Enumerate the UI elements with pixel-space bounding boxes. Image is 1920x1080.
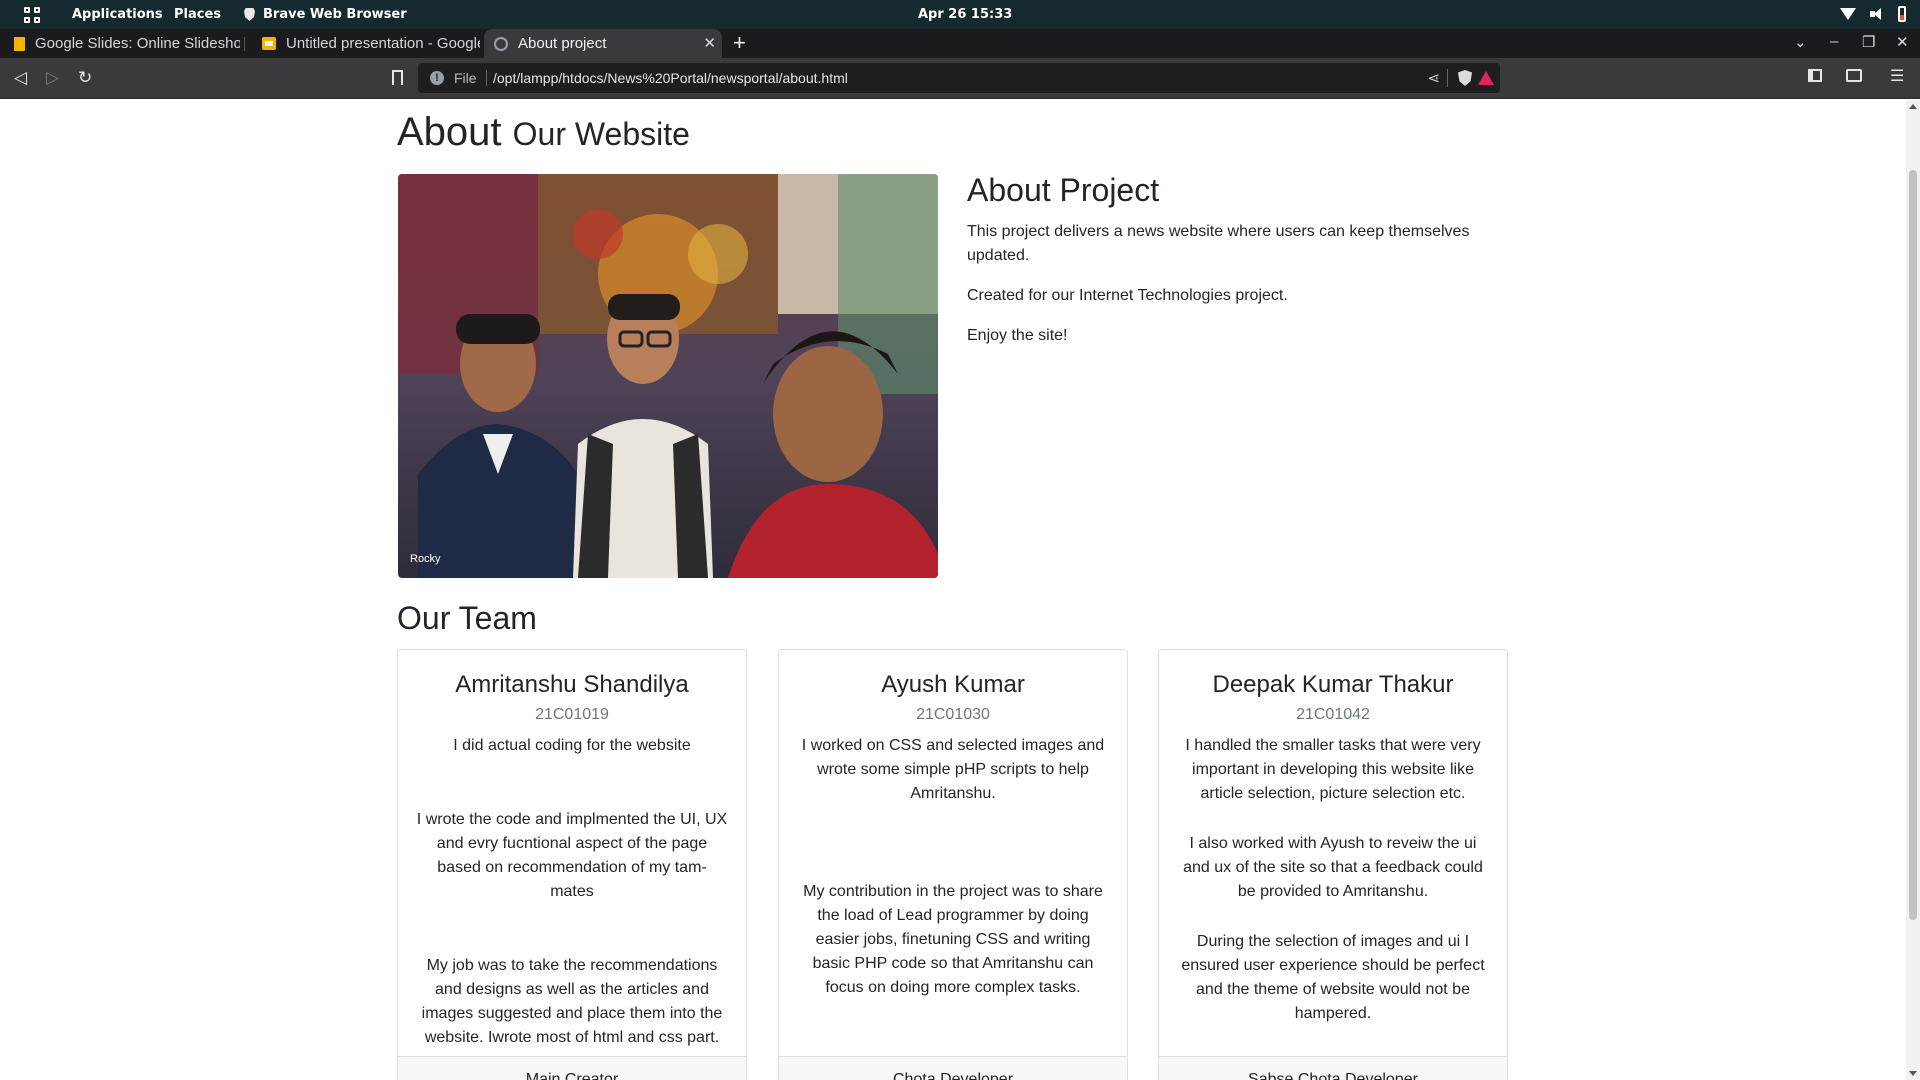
back-icon[interactable]: ◁ (14, 68, 27, 88)
close-tab-icon[interactable]: ✕ (703, 34, 716, 52)
about-project-text: This project delivers a news website whe… (967, 223, 1470, 264)
address-bar[interactable]: ! File /opt/lampp/htdocs/News%20Portal/n… (418, 63, 1500, 93)
tab-strip: Google Slides: Online Slideshow Maker Un… (0, 29, 1920, 58)
url-divider (486, 70, 487, 86)
about-project-heading: About Project (967, 172, 1160, 208)
member-role: Main Creator (398, 1056, 746, 1080)
bookmark-icon[interactable] (392, 70, 403, 85)
team-photo: Rocky (398, 174, 938, 578)
member-description: I handled the smaller tasks that were ve… (1185, 737, 1481, 802)
new-tab-button[interactable]: + (733, 31, 746, 55)
restore-icon[interactable]: ❐ (1862, 33, 1875, 51)
applications-menu[interactable]: Applications (72, 7, 163, 22)
places-menu[interactable]: Places (174, 7, 221, 22)
tab-label: About project (518, 35, 607, 52)
member-name: Ayush Kumar (881, 671, 1025, 698)
page-title: About Our Website (397, 110, 690, 155)
system-tray[interactable] (1840, 6, 1906, 22)
about-project-text: Created for our Internet Technologies pr… (967, 287, 1288, 304)
url-text[interactable]: /opt/lampp/htdocs/News%20Portal/newsport… (493, 70, 848, 86)
member-description: I also worked with Ayush to reveiw the u… (1183, 835, 1483, 900)
tab-about-project[interactable]: About project ✕ (484, 29, 722, 58)
tab-google-slides[interactable]: Google Slides: Online Slideshow Maker (0, 29, 240, 58)
url-scheme: File (454, 70, 477, 86)
member-description: During the selection of images and ui I … (1181, 933, 1485, 1022)
active-app-label: Brave Web Browser (263, 7, 407, 22)
apps-grid-icon[interactable] (24, 7, 40, 23)
sidebar-icon[interactable] (1808, 69, 1822, 82)
member-description: My job was to take the recommendations a… (421, 957, 723, 1046)
share-icon[interactable]: ⋖ (1427, 69, 1440, 87)
our-team-heading: Our Team (397, 600, 537, 636)
scroll-up-icon[interactable] (1909, 104, 1917, 109)
member-roll-number: 21C01042 (1296, 706, 1370, 723)
team-card: Deepak Kumar Thakur 21C01042 I handled t… (1158, 649, 1508, 1080)
wifi-icon[interactable] (1840, 8, 1856, 20)
battery-icon[interactable] (1898, 6, 1906, 22)
active-app-menu[interactable]: Brave Web Browser (244, 7, 407, 22)
volume-icon[interactable] (1870, 7, 1884, 21)
brave-lion-icon (244, 8, 255, 21)
scroll-down-icon[interactable] (1909, 1071, 1917, 1076)
brave-shields-icon[interactable] (1458, 70, 1472, 86)
tab-search-chevron-icon[interactable]: ⌄ (1794, 33, 1807, 51)
member-description: I worked on CSS and selected images and … (801, 737, 1105, 802)
page-title-sub: Our Website (512, 116, 690, 152)
about-project-text: Enjoy the site! (967, 327, 1068, 344)
scrollbar-thumb[interactable] (1909, 170, 1917, 920)
tab-label: Google Slides: Online Slideshow Maker (35, 35, 240, 52)
minimize-icon[interactable]: – (1830, 33, 1838, 50)
forward-icon[interactable]: ▷ (46, 68, 59, 88)
page-scrollbar[interactable] (1906, 100, 1920, 1080)
member-description: I did actual coding for the website (453, 737, 691, 754)
tab-untitled-presentation[interactable]: Untitled presentation - Google Slides (248, 29, 480, 58)
window-close-icon[interactable]: ✕ (1896, 33, 1909, 51)
system-top-bar: Applications Places Brave Web Browser Ap… (0, 0, 1920, 29)
wallet-icon[interactable] (1846, 69, 1862, 82)
browser-toolbar: ◁ ▷ ↻ ! File /opt/lampp/htdocs/News%20Po… (0, 58, 1920, 99)
member-roll-number: 21C01030 (916, 706, 990, 723)
presentation-favicon-icon (262, 37, 276, 50)
photo-caption: Rocky (410, 553, 441, 565)
team-photo-image (398, 174, 938, 578)
member-description: My contribution in the project was to sh… (803, 883, 1103, 996)
brave-rewards-icon[interactable] (1478, 71, 1494, 85)
member-description: I wrote the code and implmented the UI, … (416, 811, 728, 900)
member-roll-number: 21C01019 (535, 706, 609, 723)
menu-icon[interactable]: ☰ (1890, 66, 1904, 86)
url-divider (1447, 69, 1448, 87)
member-role: Chota Developer (779, 1056, 1127, 1080)
globe-favicon-icon (494, 36, 508, 51)
info-icon[interactable]: ! (430, 71, 444, 85)
tab-divider (244, 37, 245, 51)
member-role: Sabse Chota Developer (1159, 1056, 1507, 1080)
page-title-main: About (397, 110, 502, 154)
member-name: Deepak Kumar Thakur (1212, 671, 1454, 698)
clock[interactable]: Apr 26 15:33 (918, 7, 1012, 22)
page-content: About Our Website Rocky About Project Th… (0, 100, 1906, 1080)
team-card: Ayush Kumar 21C01030 I worked on CSS and… (778, 649, 1128, 1080)
member-name: Amritanshu Shandilya (455, 671, 689, 698)
reload-icon[interactable]: ↻ (78, 68, 92, 88)
slides-favicon-icon (14, 36, 25, 51)
team-card: Amritanshu Shandilya 21C01019 I did actu… (397, 649, 747, 1080)
tab-label: Untitled presentation - Google Slides (286, 35, 480, 52)
